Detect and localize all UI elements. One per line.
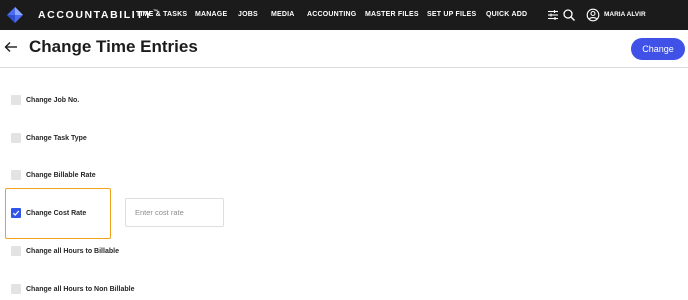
top-nav-bar: ACCOUNTABILITY™ TIME & TASKS MANAGE JOBS…	[0, 0, 688, 30]
option-change-cost-rate[interactable]: Change Cost Rate	[11, 206, 86, 220]
cost-rate-input[interactable]	[125, 198, 224, 227]
user-name[interactable]: MARIA ALVIR	[604, 11, 646, 18]
checkbox-change-job-no[interactable]	[11, 95, 21, 105]
change-button[interactable]: Change	[631, 38, 685, 60]
nav-media[interactable]: MEDIA	[271, 11, 295, 18]
option-label: Change all Hours to Non Billable	[26, 285, 135, 293]
option-label: Change Job No.	[26, 96, 80, 104]
checkbox-change-billable-rate[interactable]	[11, 170, 21, 180]
sliders-icon[interactable]	[546, 8, 560, 22]
nav-accounting[interactable]: ACCOUNTING	[307, 11, 356, 18]
option-change-job-no[interactable]: Change Job No.	[11, 93, 79, 107]
checkbox-change-task-type[interactable]	[11, 133, 21, 143]
option-change-task-type[interactable]: Change Task Type	[11, 131, 87, 145]
page-title: Change Time Entries	[29, 37, 198, 56]
nav-master-files[interactable]: MASTER FILES	[365, 11, 419, 18]
nav-set-up-files[interactable]: SET UP FILES	[427, 11, 476, 18]
nav-time-and-tasks[interactable]: TIME & TASKS	[136, 11, 187, 18]
option-label: Change Cost Rate	[26, 209, 87, 217]
option-label: Change Task Type	[26, 134, 87, 142]
arrow-left-icon[interactable]	[4, 40, 18, 54]
nav-jobs[interactable]: JOBS	[238, 11, 258, 18]
checkbox-change-all-hours-to-billable[interactable]	[11, 246, 21, 256]
checkmark-icon	[12, 210, 20, 216]
option-label: Change all Hours to Billable	[26, 247, 119, 255]
option-label: Change Billable Rate	[26, 171, 96, 179]
search-icon[interactable]	[562, 8, 576, 22]
nav-quick-add[interactable]: QUICK ADD	[486, 11, 527, 18]
checkbox-change-all-hours-to-non-billable[interactable]	[11, 284, 21, 294]
option-change-all-hours-to-billable[interactable]: Change all Hours to Billable	[11, 244, 119, 258]
checkbox-change-cost-rate[interactable]	[11, 208, 21, 218]
header-divider	[0, 67, 688, 68]
nav-manage[interactable]: MANAGE	[195, 11, 227, 18]
option-change-all-hours-to-non-billable[interactable]: Change all Hours to Non Billable	[11, 282, 135, 296]
user-circle-icon[interactable]	[586, 8, 600, 22]
accountability-logo-icon[interactable]	[6, 6, 24, 24]
option-change-billable-rate[interactable]: Change Billable Rate	[11, 168, 96, 182]
